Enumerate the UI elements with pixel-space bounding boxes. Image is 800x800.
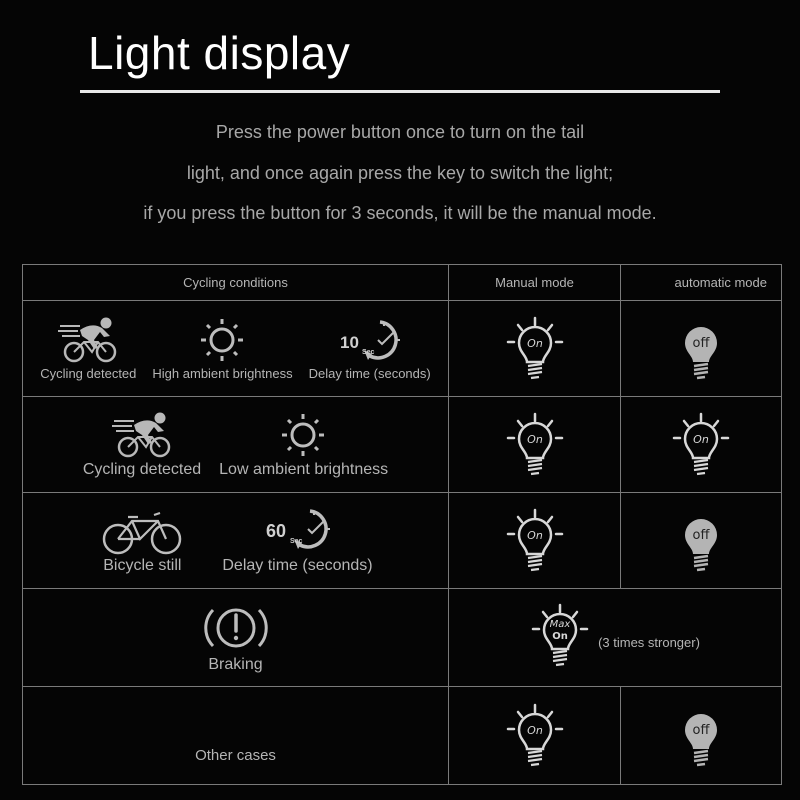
timer-icon: 10 Sec xyxy=(340,320,402,362)
bulb-state: On xyxy=(527,724,543,737)
brake-warning-icon xyxy=(203,608,268,647)
automatic-mode-cell: off xyxy=(620,492,782,589)
lightbulb-on-icon: On xyxy=(506,703,563,766)
merged-mode-cell: Max On (3 times stronger) xyxy=(448,588,782,687)
conditions-cell: Braking xyxy=(22,588,449,687)
condition-high-brightness: High ambient brightness xyxy=(152,318,293,381)
timer-unit: Sec xyxy=(290,538,303,545)
title-underline xyxy=(80,90,720,93)
condition-label: High ambient brightness xyxy=(152,366,293,381)
condition-label: Delay time (seconds) xyxy=(222,556,373,574)
table-row: Cycling detected High ambient brightness… xyxy=(22,300,782,397)
timer-icon: 60 Sec xyxy=(266,508,332,551)
condition-label: Cycling detected xyxy=(82,460,202,478)
bulb-state-top: Max xyxy=(550,619,571,630)
condition-label: Low ambient brightness xyxy=(219,460,389,478)
condition-delay-time: 10 Sec Delay time (seconds) xyxy=(309,318,431,381)
lightbulb-off-icon: off xyxy=(683,517,719,571)
table-row: Other cases On off xyxy=(22,686,782,785)
lightbulb-off-icon: off xyxy=(683,712,719,766)
light-mode-table: Cycling conditions Manual mode automatic… xyxy=(22,264,782,785)
lightbulb-max-on-icon: Max On xyxy=(531,603,589,666)
condition-low-brightness: Low ambient brightness xyxy=(219,412,389,479)
manual-mode-cell: On xyxy=(448,686,621,785)
condition-cycling-detected: Cycling detected xyxy=(82,410,202,479)
header-manual-mode: Manual mode xyxy=(448,264,621,301)
timer-unit: Sec xyxy=(362,349,375,356)
intro-line-1: Press the power button once to turn on t… xyxy=(215,122,585,142)
intro-line-2: light, and once again press the key to s… xyxy=(186,163,614,183)
conditions-cell: Other cases xyxy=(22,686,449,785)
condition-label: Braking xyxy=(208,655,263,673)
bulb-state: On xyxy=(527,529,543,542)
condition-delay-time: 60 Sec Delay time (seconds) xyxy=(222,507,373,575)
lightbulb-on-icon: On xyxy=(506,412,563,475)
header-automatic-mode: automatic mode xyxy=(620,264,782,301)
condition-label: Bicycle still xyxy=(103,556,182,574)
timer-value: 10 xyxy=(340,333,359,352)
condition-bicycle-still: Bicycle still xyxy=(98,509,186,575)
conditions-cell: Bicycle still 60 Sec Delay time (seconds… xyxy=(22,492,449,589)
timer-value: 60 xyxy=(266,521,286,541)
automatic-mode-cell: off xyxy=(620,300,782,397)
bulb-state: off xyxy=(693,528,711,543)
bulb-state: off xyxy=(693,336,711,351)
intro-line-3: if you press the button for 3 seconds, i… xyxy=(143,203,657,223)
lightbulb-off-icon: off xyxy=(683,325,719,379)
automatic-mode-cell: off xyxy=(620,686,782,785)
condition-other-cases: Other cases xyxy=(195,747,276,764)
condition-braking: Braking xyxy=(203,602,269,674)
automatic-mode-cell: On xyxy=(620,396,782,493)
cyclist-icon xyxy=(112,410,171,457)
header-cycling-conditions: Cycling conditions xyxy=(22,264,449,301)
manual-mode-cell: On xyxy=(448,492,621,589)
condition-label: Delay time (seconds) xyxy=(308,366,431,381)
table-row: Bicycle still 60 Sec Delay time (seconds… xyxy=(22,492,782,589)
bulb-state: On xyxy=(693,433,709,446)
bulb-state: On xyxy=(527,433,543,446)
manual-mode-cell: On xyxy=(448,300,621,397)
condition-cycling-detected: Cycling detected xyxy=(40,316,136,381)
cyclist-icon xyxy=(58,316,117,363)
lightbulb-on-icon: On xyxy=(672,412,730,475)
table-row: Cycling detected Low ambient brightness … xyxy=(22,396,782,493)
sun-icon xyxy=(280,412,326,457)
conditions-cell: Cycling detected High ambient brightness… xyxy=(22,300,449,397)
page-title: Light display xyxy=(88,27,351,79)
manual-mode-cell: On xyxy=(448,396,621,493)
bulb-state: off xyxy=(693,723,711,738)
condition-label: Cycling detected xyxy=(40,366,137,381)
max-mode-note: (3 times stronger) xyxy=(598,635,700,650)
table-row: Braking Max On (3 times stronger) xyxy=(22,588,782,687)
bicycle-icon xyxy=(103,511,182,554)
lightbulb-on-icon: On xyxy=(506,508,563,571)
conditions-cell: Cycling detected Low ambient brightness xyxy=(22,396,449,493)
bulb-state: On xyxy=(527,337,543,350)
lightbulb-on-icon: On xyxy=(506,316,563,379)
bulb-state-bottom: On xyxy=(552,631,568,642)
sun-icon xyxy=(199,318,244,363)
